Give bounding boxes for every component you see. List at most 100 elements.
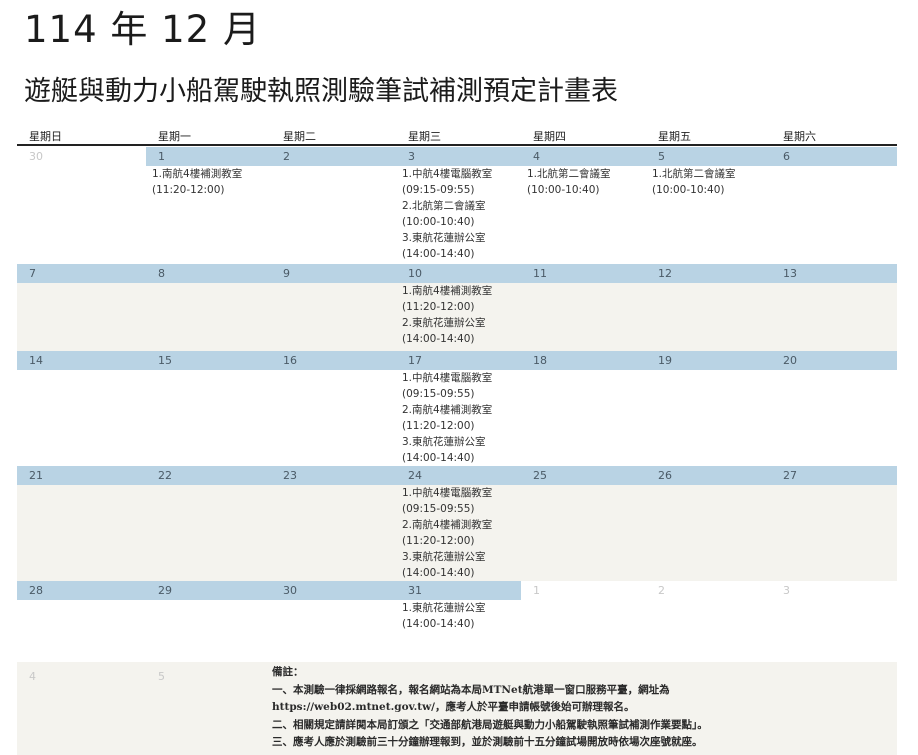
day-number: 20 bbox=[771, 351, 897, 370]
month-title: 114 年 12 月 bbox=[24, 8, 261, 51]
day-cell[interactable]: 30 bbox=[17, 147, 146, 264]
day-cell[interactable]: 29 bbox=[146, 581, 271, 662]
day-cell[interactable]: 6 bbox=[771, 147, 897, 264]
event-text: 3.東航花蓮辦公室 bbox=[402, 436, 486, 448]
notes-line: 二、相關規定請詳閱本局訂頒之「交通部航港局遊艇與動力小船駕駛執照筆試補測作業要點… bbox=[272, 718, 708, 731]
day-cell[interactable]: 14 bbox=[17, 351, 146, 466]
week-row: 14 15 16 17 1.中航4樓電腦教室 (09:15-09:55) 2.南航4樓補測教… bbox=[17, 351, 897, 466]
day-number: 4 bbox=[29, 670, 36, 683]
day-cell[interactable]: 23 bbox=[271, 466, 396, 581]
day-cell[interactable]: 15 bbox=[146, 351, 271, 466]
day-number: 6 bbox=[771, 147, 897, 166]
day-number: 10 bbox=[396, 264, 521, 283]
day-cell[interactable]: 24 1.中航4樓電腦教室 (09:15-09:55) 2.南航4樓補測教室 (11:2… bbox=[396, 466, 521, 581]
day-number: 29 bbox=[146, 581, 271, 600]
notes-line: 一、本測驗一律採網路報名，報名網站為本局MTNet航港單一窗口服務平臺，網址為 bbox=[272, 683, 670, 696]
event-text: (10:00-10:40) bbox=[652, 184, 725, 196]
day-cell[interactable]: 22 bbox=[146, 466, 271, 581]
day-cell[interactable]: 18 bbox=[521, 351, 646, 466]
event-text: (14:00-14:40) bbox=[402, 567, 475, 579]
day-cell[interactable]: 30 bbox=[271, 581, 396, 662]
day-number: 3 bbox=[783, 584, 790, 597]
day-cell[interactable]: 1 bbox=[521, 581, 646, 662]
weekday-label: 星期六 bbox=[783, 130, 816, 143]
event-text: 3.東航花蓮辦公室 bbox=[402, 232, 486, 244]
day-number: 8 bbox=[146, 264, 271, 283]
day-number: 1 bbox=[146, 147, 271, 166]
day-cell[interactable]: 3 1.中航4樓電腦教室 (09:15-09:55) 2.北航第二會議室 (10:00-… bbox=[396, 147, 521, 264]
day-number: 15 bbox=[146, 351, 271, 370]
day-number: 27 bbox=[771, 466, 897, 485]
event-text: (09:15-09:55) bbox=[402, 388, 475, 400]
day-cell[interactable]: 7 bbox=[17, 264, 146, 351]
event-text: 1.北航第二會議室 bbox=[527, 168, 611, 180]
day-number: 17 bbox=[396, 351, 521, 370]
day-number: 18 bbox=[521, 351, 646, 370]
day-cell[interactable]: 20 bbox=[771, 351, 897, 466]
weekday-label: 星期三 bbox=[408, 130, 441, 143]
day-number: 30 bbox=[29, 150, 43, 163]
week-row: 7 8 9 10 1.南航4樓補測教室 (11:20-12:00) 2.東航花蓮辦公室 (14… bbox=[17, 264, 897, 351]
day-number: 3 bbox=[396, 147, 521, 166]
event-text: 2.南航4樓補測教室 bbox=[402, 404, 493, 416]
day-cell[interactable]: 26 bbox=[646, 466, 771, 581]
event-text: (11:20-12:00) bbox=[402, 301, 475, 313]
day-number: 11 bbox=[521, 264, 646, 283]
week-row: 30 1 1.南航4樓補測教室 (11:20-12:00) 2 3 1.中航4樓電腦教室 (0… bbox=[17, 147, 897, 264]
day-number: 16 bbox=[271, 351, 396, 370]
event-text: 1.南航4樓補測教室 bbox=[402, 285, 493, 297]
weekday-label: 星期二 bbox=[283, 130, 316, 143]
day-cell[interactable]: 12 bbox=[646, 264, 771, 351]
event-text: (14:00-14:40) bbox=[402, 452, 475, 464]
day-cell[interactable]: 11 bbox=[521, 264, 646, 351]
event-text: (10:00-10:40) bbox=[402, 216, 475, 228]
day-number: 5 bbox=[646, 147, 771, 166]
event-text: (09:15-09:55) bbox=[402, 184, 475, 196]
weekday-label: 星期一 bbox=[158, 130, 191, 143]
event-text: (10:00-10:40) bbox=[527, 184, 600, 196]
day-cell[interactable]: 27 bbox=[771, 466, 897, 581]
day-cell[interactable]: 5 1.北航第二會議室 (10:00-10:40) bbox=[646, 147, 771, 264]
day-cell[interactable]: 8 bbox=[146, 264, 271, 351]
day-cell[interactable]: 9 bbox=[271, 264, 396, 351]
day-cell[interactable]: 16 bbox=[271, 351, 396, 466]
day-number: 22 bbox=[146, 466, 271, 485]
event-text: 3.東航花蓮辦公室 bbox=[402, 551, 486, 563]
day-number: 1 bbox=[533, 584, 540, 597]
day-cell[interactable]: 13 bbox=[771, 264, 897, 351]
weekday-label: 星期四 bbox=[533, 130, 566, 143]
day-cell[interactable]: 17 1.中航4樓電腦教室 (09:15-09:55) 2.南航4樓補測教室 (11:2… bbox=[396, 351, 521, 466]
day-number: 12 bbox=[646, 264, 771, 283]
weekday-label: 星期五 bbox=[658, 130, 691, 143]
page-title: 遊艇與動力小船駕駛執照測驗筆試補測預定計畫表 bbox=[24, 76, 618, 107]
day-cell[interactable]: 19 bbox=[646, 351, 771, 466]
day-number: 31 bbox=[396, 581, 521, 600]
day-number: 23 bbox=[271, 466, 396, 485]
day-number: 13 bbox=[771, 264, 897, 283]
day-cell[interactable]: 21 bbox=[17, 466, 146, 581]
event-text: 2.北航第二會議室 bbox=[402, 200, 486, 212]
notes-heading: 備註： bbox=[272, 666, 304, 678]
event-text: (14:00-14:40) bbox=[402, 333, 475, 345]
day-cell[interactable]: 25 bbox=[521, 466, 646, 581]
week-row: 28 29 30 31 1.東航花蓮辦公室 (14:00-14:40) 1 2 3 bbox=[17, 581, 897, 662]
notes: 備註： 一、本測驗一律採網路報名，報名網站為本局MTNet航港單一窗口服務平臺，… bbox=[272, 664, 708, 752]
day-number: 2 bbox=[658, 584, 665, 597]
day-cell[interactable]: 10 1.南航4樓補測教室 (11:20-12:00) 2.東航花蓮辦公室 (14:00… bbox=[396, 264, 521, 351]
day-cell[interactable]: 3 bbox=[771, 581, 897, 662]
weekday-label: 星期日 bbox=[29, 130, 62, 143]
day-cell[interactable]: 1 1.南航4樓補測教室 (11:20-12:00) bbox=[146, 147, 271, 264]
day-cell[interactable]: 2 bbox=[271, 147, 396, 264]
day-cell[interactable]: 31 1.東航花蓮辦公室 (14:00-14:40) bbox=[396, 581, 521, 662]
day-cell[interactable]: 4 1.北航第二會議室 (10:00-10:40) bbox=[521, 147, 646, 264]
day-number: 2 bbox=[271, 147, 396, 166]
notes-line: https://web02.mtnet.gov.tw/，應考人於平臺申請帳號後始… bbox=[272, 701, 635, 713]
day-number: 30 bbox=[271, 581, 396, 600]
day-number: 4 bbox=[521, 147, 646, 166]
day-cell[interactable]: 2 bbox=[646, 581, 771, 662]
day-number: 21 bbox=[17, 466, 146, 485]
event-text: 2.東航花蓮辦公室 bbox=[402, 317, 486, 329]
day-cell[interactable]: 28 bbox=[17, 581, 146, 662]
weekday-header: 星期日 星期一 星期二 星期三 星期四 星期五 星期六 bbox=[17, 126, 897, 146]
day-number: 19 bbox=[646, 351, 771, 370]
